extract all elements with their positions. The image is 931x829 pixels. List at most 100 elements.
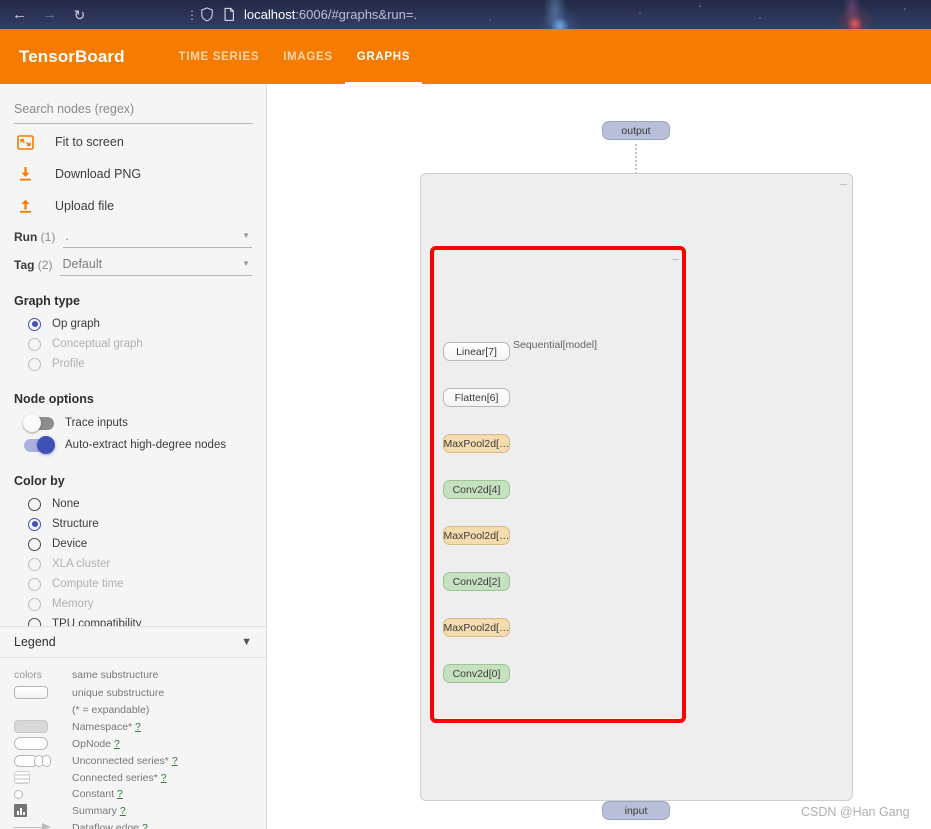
legend-label: Dataflow edge ? <box>72 822 148 829</box>
radio-color-xla-cluster[interactable]: XLA cluster <box>0 554 266 574</box>
tag-field[interactable]: Default ▼ <box>60 257 252 276</box>
graph-node-conv2d-0[interactable]: Conv2d[0] <box>443 664 510 683</box>
radio-indicator <box>28 557 41 571</box>
radio-indicator <box>28 317 41 331</box>
legend-title: Legend <box>14 635 56 649</box>
graph-node-flatten-6[interactable]: Flatten[6] <box>443 388 510 407</box>
graph-node-linear-7[interactable]: Linear[7] <box>443 342 510 361</box>
color-by-title: Color by <box>14 474 65 488</box>
help-link[interactable]: ? <box>142 822 148 829</box>
tag-label: Tag (2) <box>14 258 52 276</box>
legend-body: colors same substructure unique substruc… <box>0 659 266 829</box>
address-bar[interactable]: localhost:6006/#graphs&run=. <box>200 0 417 29</box>
search-container <box>0 84 266 124</box>
graph-node-output[interactable]: output <box>602 121 670 140</box>
app-header: TensorBoard TIME SERIES IMAGES GRAPHS <box>0 29 931 84</box>
radio-color-structure[interactable]: Structure <box>0 514 266 534</box>
toggle-switch <box>24 436 55 454</box>
legend-item-opnode: OpNode ? <box>0 735 266 752</box>
radio-indicator <box>28 577 41 591</box>
fit-to-screen-button[interactable]: Fit to screen <box>0 128 266 156</box>
radio-label: Device <box>52 538 88 550</box>
legend-item-connected-series: Connected series* ? <box>0 769 266 786</box>
legend-label-text: Summary <box>72 804 117 817</box>
radio-label: Op graph <box>52 318 100 330</box>
namespace-swatch <box>14 720 48 733</box>
run-field[interactable]: . ▼ <box>63 229 252 248</box>
toggle-switch <box>23 414 54 432</box>
tab-graphs[interactable]: GRAPHS <box>344 29 423 84</box>
url-path: :6006/#graphs&run=. <box>295 7 418 22</box>
node-options-title: Node options <box>14 392 94 406</box>
container-corner-marker <box>672 259 679 260</box>
legend-label-text: Namespace* <box>72 720 133 733</box>
graph-node-input[interactable]: input <box>602 801 670 820</box>
connected-series-swatch <box>14 771 30 784</box>
legend-label-text: Connected series* <box>72 771 158 784</box>
run-label: Run (1) <box>14 230 55 248</box>
legend-label: same substructure <box>72 669 159 681</box>
help-link[interactable]: ? <box>172 755 178 767</box>
toggle-trace-inputs[interactable]: Trace inputs <box>0 412 266 434</box>
legend-label-text: Dataflow edge <box>72 821 140 829</box>
graph-node-conv2d-4[interactable]: Conv2d[4] <box>443 480 510 499</box>
radio-indicator <box>28 517 41 531</box>
search-input[interactable] <box>14 102 253 124</box>
chevron-down-icon: ▼ <box>242 231 250 240</box>
radio-color-compute-time[interactable]: Compute time <box>0 574 266 594</box>
radio-conceptual-graph[interactable]: Conceptual graph <box>0 334 266 354</box>
graph-node-conv2d-2[interactable]: Conv2d[2] <box>443 572 510 591</box>
legend-item-unconnected-series: Unconnected series* ? <box>0 752 266 769</box>
legend-label: (* = expandable) <box>72 704 150 716</box>
chevron-down-icon[interactable]: ▼ <box>241 636 252 648</box>
graph-node-maxpool2d-5[interactable]: MaxPool2d[… <box>443 434 510 453</box>
legend-key <box>14 823 58 829</box>
radio-color-none[interactable]: None <box>0 494 266 514</box>
legend-label: Namespace* ? <box>72 721 141 733</box>
toggle-auto-extract[interactable]: Auto-extract high-degree nodes <box>0 434 266 456</box>
legend-key <box>14 804 58 817</box>
legend-label: unique substructure <box>72 686 165 699</box>
reload-icon[interactable]: ↻ <box>68 3 91 26</box>
arrow-right-icon[interactable]: → <box>38 3 61 26</box>
help-link[interactable]: ? <box>161 772 167 784</box>
tag-value: Default <box>62 257 103 271</box>
legend-key <box>14 737 58 750</box>
radio-indicator <box>28 337 41 351</box>
radio-color-memory[interactable]: Memory <box>0 594 266 614</box>
radio-op-graph[interactable]: Op graph <box>0 314 266 334</box>
tab-time-series[interactable]: TIME SERIES <box>167 29 272 84</box>
run-count: (1) <box>40 230 56 244</box>
fit-to-screen-label: Fit to screen <box>55 135 124 149</box>
unique-substructure-swatch <box>14 686 48 699</box>
graph-canvas[interactable]: My_mod Sequential[model] output Linear[7… <box>268 84 931 829</box>
legend-header[interactable]: Legend ▼ <box>0 626 266 658</box>
tab-images[interactable]: IMAGES <box>271 29 345 84</box>
legend-label: Constant ? <box>72 788 123 800</box>
radio-profile[interactable]: Profile <box>0 354 266 374</box>
download-icon <box>14 166 36 182</box>
url-host: localhost <box>244 7 296 22</box>
help-link[interactable]: ? <box>135 721 141 733</box>
run-selector[interactable]: Run (1) . ▼ <box>0 229 266 248</box>
vertical-dots-icon[interactable]: ⋮ <box>185 3 199 26</box>
download-png-label: Download PNG <box>55 167 142 181</box>
arrow-left-icon[interactable]: ← <box>8 3 31 26</box>
graph-node-maxpool2d-3[interactable]: MaxPool2d[… <box>443 526 510 545</box>
radio-label: Profile <box>52 358 85 370</box>
download-png-button[interactable]: Download PNG <box>0 160 266 188</box>
radio-color-device[interactable]: Device <box>0 534 266 554</box>
tag-selector[interactable]: Tag (2) Default ▼ <box>0 257 266 276</box>
help-link[interactable]: ? <box>114 738 120 750</box>
app-logo: TensorBoard <box>19 46 125 66</box>
upload-file-button[interactable]: Upload file <box>0 192 266 220</box>
legend-item-namespace: Namespace* ? <box>0 718 266 735</box>
node-options-group: Trace inputs Auto-extract high-degree no… <box>0 412 266 456</box>
tag-label-text: Tag <box>14 258 35 272</box>
help-link[interactable]: ? <box>120 805 126 817</box>
graph-node-maxpool2d-1[interactable]: MaxPool2d[… <box>443 618 510 637</box>
radio-indicator <box>28 357 41 371</box>
legend-label: OpNode ? <box>72 738 120 750</box>
color-by-radio-group: None Structure Device XLA cluster Comput… <box>0 494 266 634</box>
help-link[interactable]: ? <box>117 788 123 800</box>
